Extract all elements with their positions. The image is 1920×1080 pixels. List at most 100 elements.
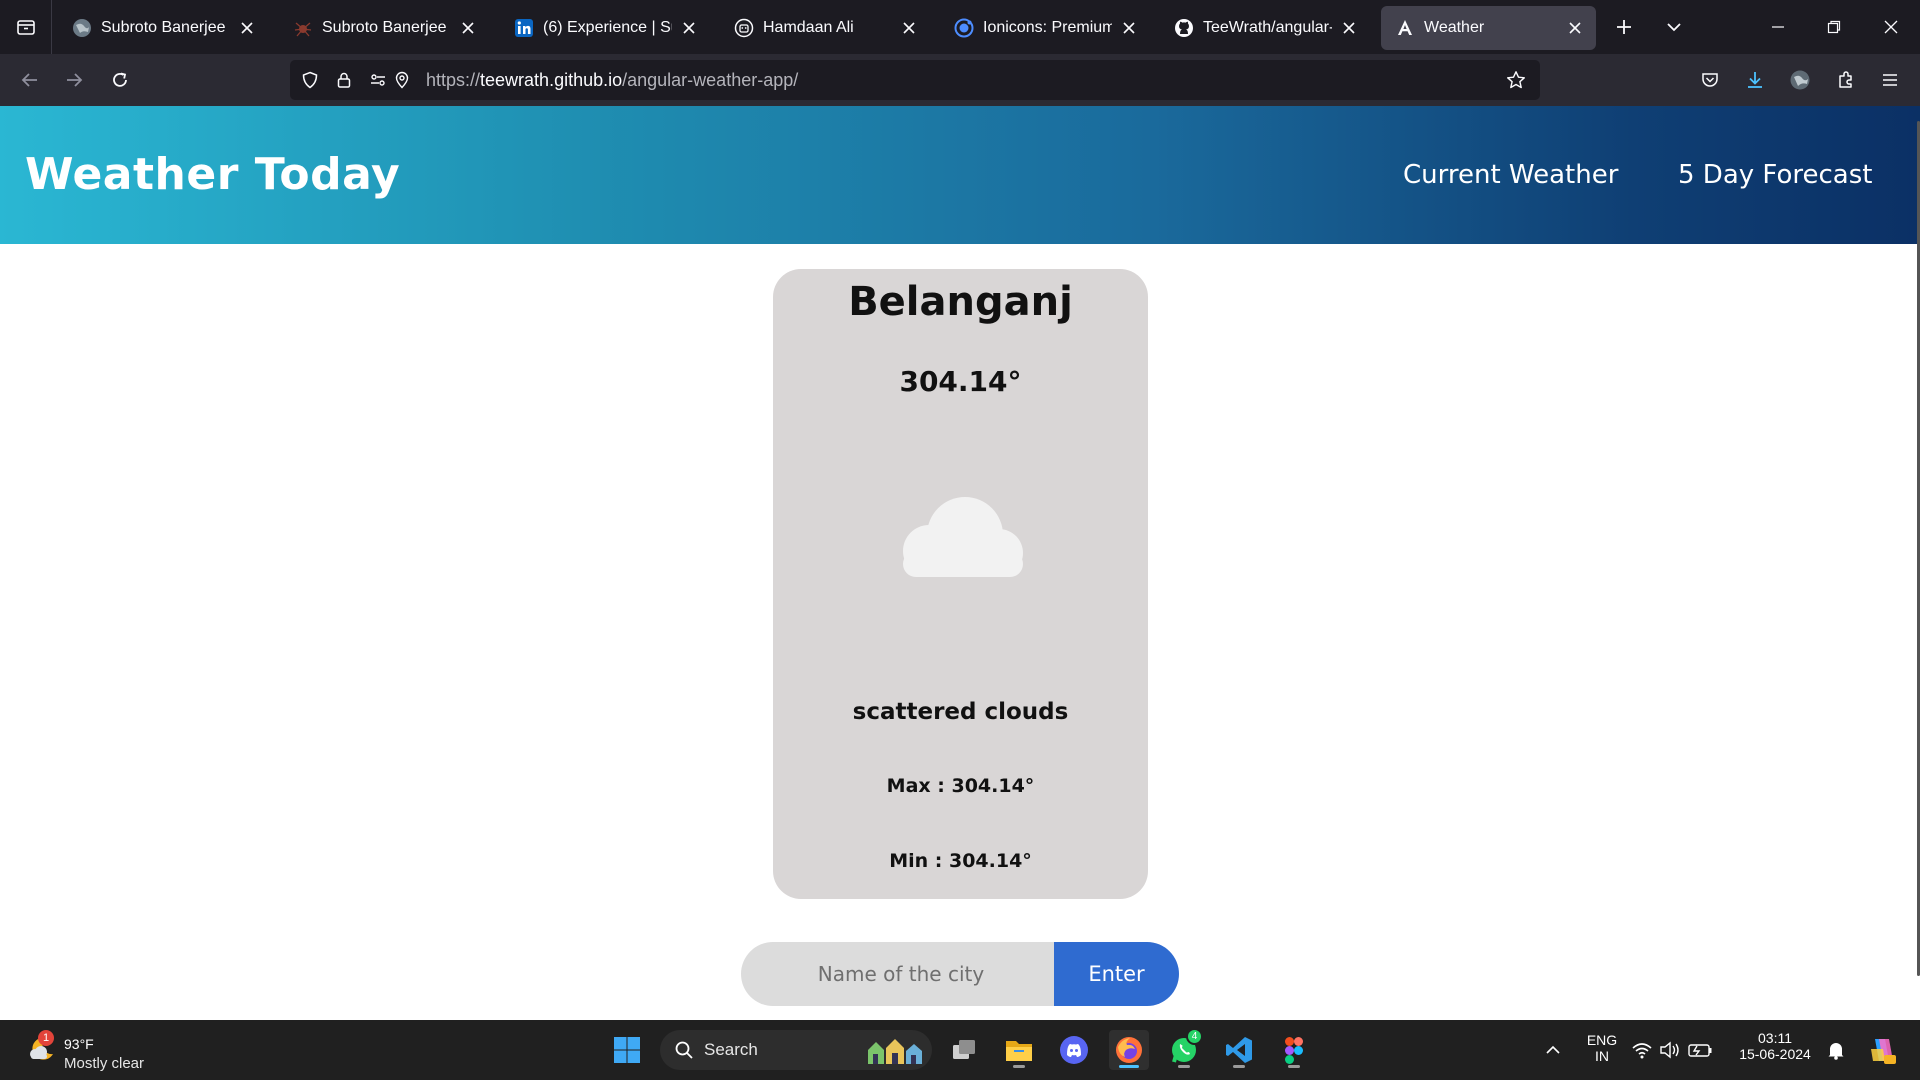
tab-subroto-banerjee-2[interactable]: Subroto Banerjee <box>279 6 489 50</box>
forward-button[interactable] <box>54 60 94 100</box>
web-page: Weather Today Current Weather 5 Day Fore… <box>0 106 1920 1020</box>
arrow-left-icon <box>21 73 37 87</box>
region-code: IN <box>1595 1048 1609 1064</box>
show-hidden-icons-button[interactable] <box>1533 1030 1573 1070</box>
arrow-right-icon <box>67 73 83 87</box>
account-button[interactable] <box>1780 60 1820 100</box>
clock[interactable]: 03:11 15-06-2024 <box>1730 1030 1820 1062</box>
tab-linkedin-experience[interactable]: (6) Experience | Subroto <box>500 6 710 50</box>
restore-window-button[interactable] <box>1814 7 1854 47</box>
tab-title: Ionicons: Premium Open <box>983 19 1112 36</box>
url-bar[interactable]: https://teewrath.github.io/angular-weath… <box>290 60 1540 100</box>
downloads-button[interactable] <box>1735 60 1775 100</box>
task-view-button[interactable] <box>944 1030 984 1070</box>
tab-close-icon[interactable] <box>236 17 258 39</box>
reload-icon <box>113 72 127 87</box>
city-name: Belanganj <box>848 279 1073 325</box>
clock-time: 03:11 <box>1758 1030 1792 1046</box>
close-window-button[interactable] <box>1871 7 1911 47</box>
language-code: ENG <box>1586 1032 1618 1048</box>
firefox-button[interactable] <box>1109 1030 1149 1070</box>
discord-button[interactable] <box>1054 1030 1094 1070</box>
download-icon <box>1748 72 1762 88</box>
puzzle-icon <box>1839 71 1852 88</box>
clock-date: 15-06-2024 <box>1739 1046 1811 1062</box>
tab-hamdaan-ali[interactable]: Hamdaan Ali <box>720 6 930 50</box>
notifications-button[interactable] <box>1816 1030 1856 1070</box>
min-temperature: Min : 304.14° <box>889 850 1032 872</box>
github-icon <box>1174 18 1194 38</box>
page-scrollbar[interactable] <box>1914 121 1920 976</box>
bell-icon <box>1828 1043 1844 1060</box>
menu-button[interactable] <box>1870 60 1910 100</box>
tab-title: Subroto Banerjee <box>322 19 447 36</box>
nav-link-5-day-forecast[interactable]: 5 Day Forecast <box>1678 106 1872 244</box>
figma-icon <box>1285 1037 1303 1064</box>
cloud-icon <box>891 489 1031 589</box>
taskbar-search-box[interactable]: Search <box>660 1030 932 1070</box>
search-icon <box>675 1041 693 1059</box>
brand-title[interactable]: Weather Today <box>25 106 400 244</box>
running-indicator <box>1288 1065 1300 1068</box>
city-search-form: Enter <box>741 942 1179 1006</box>
linkedin-icon <box>514 18 534 38</box>
tab-close-icon[interactable] <box>1564 17 1586 39</box>
tab-list-icon <box>16 20 35 35</box>
reload-button[interactable] <box>100 60 140 100</box>
location-pin-icon[interactable] <box>388 66 416 94</box>
list-all-tabs-button[interactable] <box>1654 7 1694 47</box>
start-button[interactable] <box>607 1030 647 1070</box>
globe-avatar-icon <box>72 18 92 38</box>
tab-close-icon[interactable] <box>898 17 920 39</box>
extensions-button[interactable] <box>1826 60 1866 100</box>
taskbar-search-label: Search <box>704 1040 758 1059</box>
hamburger-icon <box>1883 74 1897 86</box>
lock-icon[interactable] <box>330 66 358 94</box>
city-input[interactable] <box>741 942 1061 1006</box>
tab-close-icon[interactable] <box>678 17 700 39</box>
tab-close-icon[interactable] <box>1118 17 1140 39</box>
search-highlight-houses-icon <box>868 1039 922 1064</box>
minimize-icon <box>1772 26 1784 28</box>
tab-ionicons[interactable]: Ionicons: Premium Open <box>940 6 1150 50</box>
enter-button[interactable]: Enter <box>1054 942 1179 1006</box>
language-indicator[interactable]: ENG IN <box>1578 1032 1626 1064</box>
url-path: /angular-weather-app/ <box>622 70 799 90</box>
whatsapp-button[interactable]: 4 <box>1164 1028 1204 1070</box>
quick-settings-button[interactable] <box>1628 1030 1718 1070</box>
taskbar-weather-widget[interactable]: 1 93°F Mostly clear <box>20 1028 180 1072</box>
copilot-icon <box>1871 1039 1896 1064</box>
new-tab-button[interactable] <box>1604 7 1644 47</box>
file-explorer-button[interactable] <box>999 1030 1039 1070</box>
weather-card: Belanganj 304.14° scattered clouds Max :… <box>773 269 1148 899</box>
chevron-up-icon <box>1546 1045 1560 1054</box>
robot-icon <box>734 18 754 38</box>
shield-icon[interactable] <box>296 66 324 94</box>
copilot-button[interactable] <box>1862 1030 1902 1070</box>
app-header: Weather Today Current Weather 5 Day Fore… <box>0 106 1920 244</box>
weather-condition: Mostly clear <box>64 1055 145 1072</box>
tab-title: (6) Experience | Subroto <box>543 19 672 36</box>
discord-icon <box>1060 1036 1088 1064</box>
tab-weather[interactable]: Weather <box>1381 6 1596 50</box>
tab-list-button[interactable] <box>0 0 52 54</box>
tab-close-icon[interactable] <box>1338 17 1360 39</box>
bookmark-star-icon[interactable] <box>1502 66 1530 94</box>
tab-title: Subroto Banerjee <box>101 19 226 36</box>
figma-button[interactable] <box>1274 1030 1314 1070</box>
tab-github-repo[interactable]: TeeWrath/angular-weather <box>1160 6 1370 50</box>
tab-close-icon[interactable] <box>457 17 479 39</box>
weather-description: scattered clouds <box>852 699 1069 725</box>
url-text[interactable]: https://teewrath.github.io/angular-weath… <box>426 60 798 100</box>
windows-taskbar: 1 93°F Mostly clear Search 4 ENG IN 03:1… <box>0 1020 1920 1080</box>
folder-icon <box>1006 1041 1032 1061</box>
vscode-button[interactable] <box>1219 1030 1259 1070</box>
url-host: teewrath.github.io <box>480 70 623 90</box>
back-button[interactable] <box>10 60 50 100</box>
tab-subroto-banerjee-1[interactable]: Subroto Banerjee <box>58 6 268 50</box>
angular-icon <box>1395 18 1415 38</box>
windows-start-icon <box>614 1037 640 1063</box>
nav-link-current-weather[interactable]: Current Weather <box>1403 106 1618 244</box>
pocket-button[interactable] <box>1690 60 1730 100</box>
minimize-window-button[interactable] <box>1758 7 1798 47</box>
